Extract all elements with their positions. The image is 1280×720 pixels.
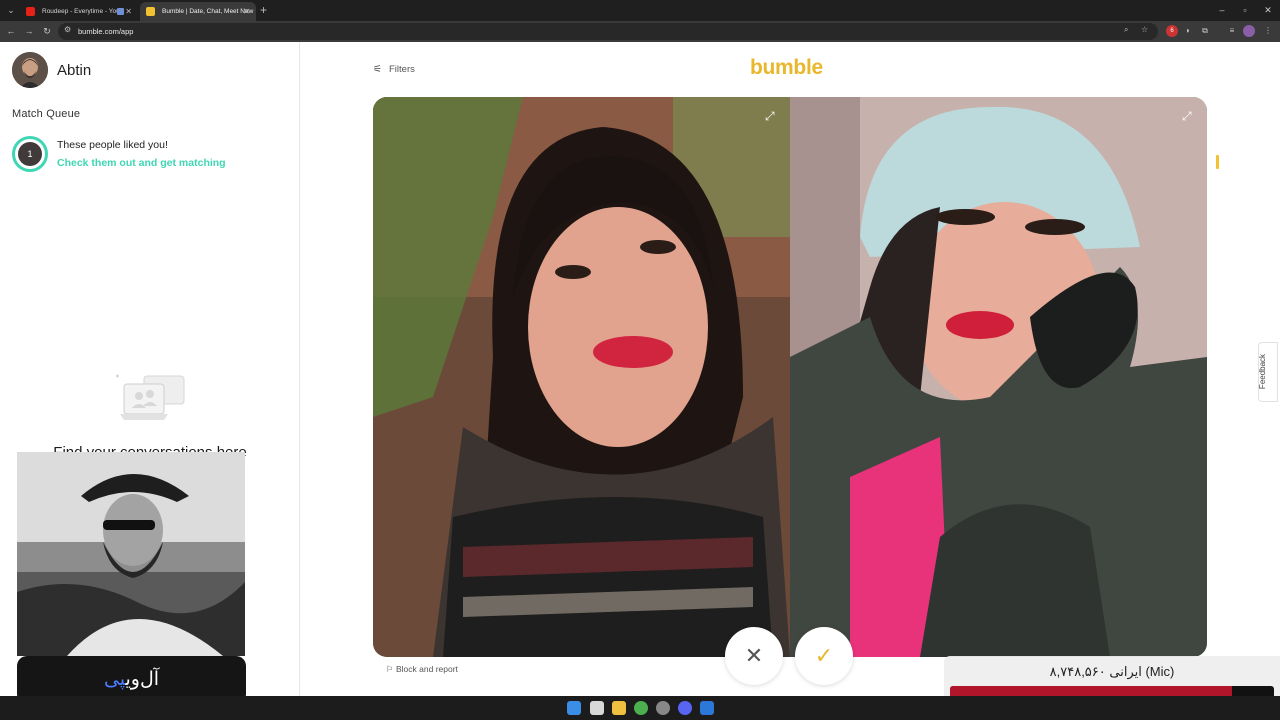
file-explorer-icon[interactable] — [612, 701, 626, 715]
extension-icon[interactable]: 6 — [1166, 25, 1178, 37]
extension-icon[interactable]: ◗ — [1182, 25, 1194, 37]
like-button[interactable]: ✓ — [795, 627, 853, 685]
address-bar[interactable]: ⚙ bumble.com/app ⌕ ☆ — [58, 23, 1158, 40]
zoom-icon[interactable]: ⌕ — [1124, 25, 1128, 35]
site-info-icon[interactable]: ⚙ — [64, 25, 71, 34]
youtube-icon — [26, 7, 35, 16]
block-report-label: Block and report — [396, 664, 458, 674]
profile-photos[interactable]: ⤢ ⤢ — [373, 97, 1207, 657]
extensions-puzzle-icon[interactable]: ⧉ — [1199, 25, 1211, 37]
expand-icon[interactable]: ⤢ — [765, 109, 775, 124]
feedback-tab[interactable]: Feedback — [1258, 342, 1278, 402]
sliders-icon: ⚟ — [373, 64, 382, 75]
filters-button[interactable]: ⚟ Filters — [373, 64, 415, 75]
close-window-icon[interactable]: ✕ — [1256, 0, 1280, 21]
start-icon[interactable] — [567, 701, 581, 715]
close-tab-icon[interactable]: ✕ — [125, 2, 132, 21]
feedback-label: Feedback — [1258, 353, 1268, 390]
avatar[interactable] — [12, 52, 48, 88]
flag-icon: ⚐ — [386, 664, 394, 674]
os-taskbar — [0, 696, 1280, 720]
match-queue-text: These people liked you! — [57, 139, 168, 151]
expand-icon[interactable]: ⤢ — [1182, 109, 1192, 124]
browser-toolbar: ← → ↻ ⚙ bumble.com/app ⌕ ☆ 6 ◗ ⧉ ≡ ⋮ — [0, 21, 1280, 42]
close-tab-icon[interactable]: ✕ — [243, 2, 250, 21]
filters-label: Filters — [389, 64, 415, 75]
maximize-icon[interactable]: ▫ — [1233, 0, 1257, 21]
match-queue-link[interactable]: Check them out and get matching — [57, 157, 226, 169]
back-icon[interactable]: ← — [4, 24, 18, 38]
task-view-icon[interactable] — [590, 701, 604, 715]
match-count: 1 — [18, 142, 42, 166]
sharing-icon — [117, 8, 124, 15]
discord-icon[interactable] — [678, 701, 692, 715]
bumble-logo[interactable]: bumble — [750, 56, 823, 80]
user-name: Abtin — [57, 62, 92, 79]
bookmark-star-icon[interactable]: ☆ — [1141, 25, 1148, 34]
forward-icon[interactable]: → — [22, 24, 36, 38]
check-icon: ✓ — [814, 643, 834, 668]
streamer-overlay-photo — [17, 452, 245, 656]
reload-icon[interactable]: ↻ — [40, 24, 54, 38]
bumble-icon — [146, 7, 155, 16]
tab-title: Roudeep - Everytime - You — [42, 8, 120, 15]
block-report-button[interactable]: ⚐ Block and report — [386, 664, 458, 675]
url-text: bumble.com/app — [78, 27, 134, 36]
conversations-illustration-icon — [112, 370, 188, 428]
match-queue-badge[interactable]: 1 — [12, 136, 48, 172]
tab-bumble[interactable]: Bumble | Date, Chat, Meet New ✕ — [140, 2, 256, 21]
media-icon[interactable]: ≡ — [1226, 25, 1238, 37]
menu-dots-icon[interactable]: ⋮ — [1262, 25, 1274, 37]
profile-photo-1[interactable]: ⤢ — [373, 97, 790, 657]
tab-youtube[interactable]: Roudeep - Everytime - You ✕ — [20, 2, 138, 21]
obs-icon[interactable] — [656, 701, 670, 715]
close-icon: ✕ — [744, 643, 764, 668]
logo-accent-text: پی — [103, 669, 126, 690]
new-tab-icon[interactable]: + — [260, 2, 267, 19]
tab-search-icon[interactable]: ⌄ — [4, 3, 18, 17]
match-queue-title: Match Queue — [12, 108, 81, 120]
chrome-icon[interactable] — [634, 701, 648, 715]
profile-icon[interactable] — [1243, 25, 1255, 37]
donation-amount: ۸,۷۴۸,۵۶۰ ایرانی (Mic) — [1049, 664, 1175, 679]
next-photo-indicator[interactable] — [1216, 155, 1219, 169]
pass-button[interactable]: ✕ — [725, 627, 783, 685]
logo-text: آل‌وی — [125, 669, 160, 690]
profile-photo-2[interactable]: ⤢ — [790, 97, 1207, 657]
app-icon[interactable] — [700, 701, 714, 715]
minimize-icon[interactable]: – — [1210, 0, 1234, 21]
browser-tab-strip: ⌄ Roudeep - Everytime - You ✕ Bumble | D… — [0, 0, 1280, 21]
main-content: ⚟ Filters bumble ⤢ ⤢ Feedback ⚐ Block an… — [301, 42, 1280, 696]
tab-title: Bumble | Date, Chat, Meet New — [162, 8, 254, 15]
